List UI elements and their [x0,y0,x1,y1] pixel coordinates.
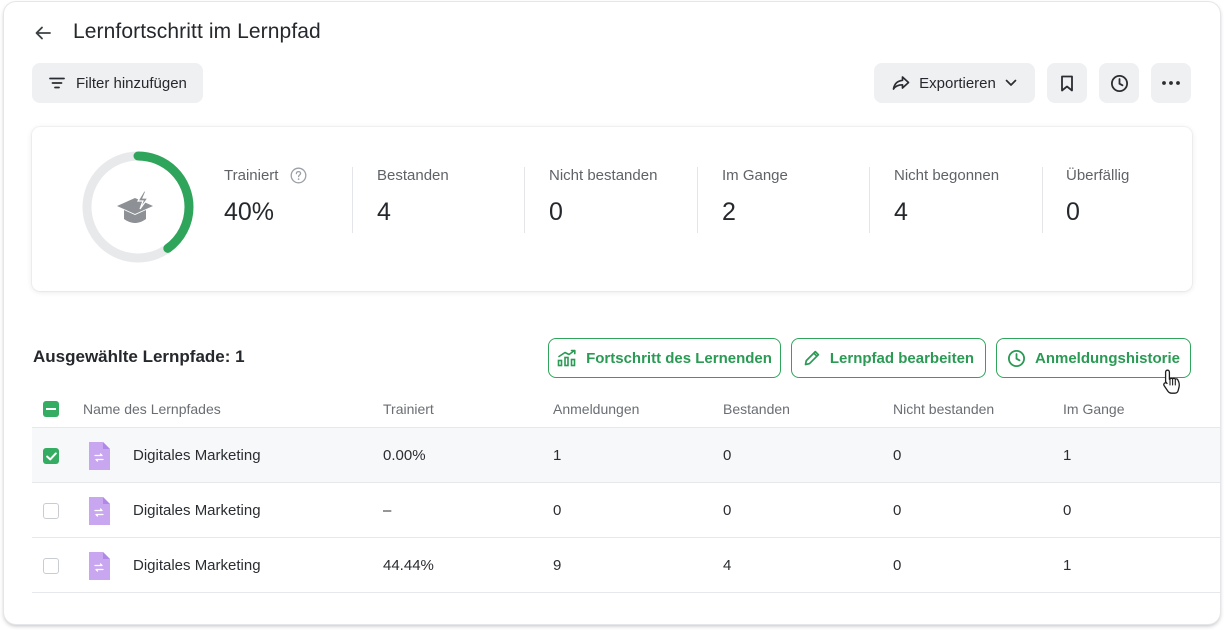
row-checkbox[interactable] [43,448,59,464]
progress-donut [82,151,194,263]
bookmark-icon [1061,75,1073,91]
filter-lines-icon [49,77,65,89]
stats-card: Trainiert 40% Bestanden 4 Nicht bestande… [32,127,1192,291]
select-all-checkbox[interactable] [43,401,59,417]
row-passed: 0 [723,502,732,519]
row-failed: 0 [893,557,902,574]
add-filter-button[interactable]: Filter hinzufügen [32,63,203,103]
stat-overdue: Überfällig 0 [1066,167,1129,227]
row-trained: – [383,502,392,519]
stat-value: 0 [549,198,563,226]
bookmark-button[interactable] [1047,63,1087,103]
row-passed: 0 [723,447,732,464]
table-row[interactable]: Digitales Marketing – 0 0 0 0 [32,483,1220,538]
table-row[interactable]: Digitales Marketing 44.44% 9 4 0 1 [32,538,1220,593]
stat-trained: Trainiert 40% [224,167,307,227]
stat-divider [1042,167,1043,233]
row-name[interactable]: Digitales Marketing [133,502,261,519]
edit-path-button[interactable]: Lernpfad bearbeiten [791,338,986,378]
stat-divider [352,167,353,233]
stat-label: Nicht bestanden [549,167,658,184]
export-label: Exportieren [919,74,996,92]
help-circle-icon[interactable] [290,167,307,184]
column-header-in-progress[interactable]: Im Gange [1063,401,1124,417]
enrollment-history-label: Anmeldungshistorie [1034,349,1180,367]
stat-divider [524,167,525,233]
column-header-failed[interactable]: Nicht bestanden [893,401,994,417]
arrow-left-icon [35,26,51,40]
stat-label: Nicht begonnen [894,167,1000,184]
stat-label: Trainiert [224,167,279,184]
learning-path-file-icon [89,442,110,470]
stat-divider [869,167,870,233]
clock-icon [1007,349,1025,367]
stat-passed: Bestanden 4 [377,167,449,227]
stat-label: Bestanden [377,167,449,184]
check-icon [45,451,57,460]
learning-paths-table: Name des Lernpfades Trainiert Anmeldunge… [32,388,1220,593]
learner-progress-button[interactable]: Fortschritt des Lernenden [548,338,781,378]
row-in-progress: 0 [1063,502,1072,519]
row-trained: 0.00% [383,447,426,464]
row-passed: 4 [723,557,732,574]
row-enrollments: 9 [553,557,562,574]
stat-value: 2 [722,198,736,226]
selected-paths-title: Ausgewählte Lernpfade: 1 [33,347,245,366]
chevron-down-icon [1005,79,1017,86]
edit-path-label: Lernpfad bearbeiten [829,349,975,367]
row-name[interactable]: Digitales Marketing [133,447,261,464]
clock-icon [1110,74,1128,92]
stat-not-started: Nicht begonnen 4 [894,167,999,227]
back-button[interactable] [30,20,56,46]
history-button[interactable] [1099,63,1139,103]
row-in-progress: 1 [1063,557,1072,574]
hand-pointer-cursor-icon [1163,369,1180,394]
more-dots-icon [1162,81,1180,85]
row-trained: 44.44% [383,557,434,574]
row-name[interactable]: Digitales Marketing [133,557,261,574]
export-button[interactable]: Exportieren [874,63,1035,103]
app-window: Lernfortschritt im Lernpfad Filter hinzu… [4,2,1220,624]
row-enrollments: 1 [553,447,562,464]
more-options-button[interactable] [1151,63,1191,103]
stat-value: 4 [894,198,908,226]
stat-value: 40% [224,198,275,226]
learning-path-file-icon [89,497,110,525]
add-filter-label: Filter hinzufügen [76,74,187,92]
row-in-progress: 1 [1063,447,1072,464]
column-header-name[interactable]: Name des Lernpfades [83,401,221,417]
stat-label: Überfällig [1066,167,1130,184]
row-checkbox[interactable] [43,503,59,519]
stat-value: 4 [377,198,391,226]
row-failed: 0 [893,447,902,464]
column-header-passed[interactable]: Bestanden [723,401,790,417]
row-checkbox[interactable] [43,558,59,574]
learner-progress-label: Fortschritt des Lernenden [586,349,772,367]
share-arrow-icon [892,76,910,90]
row-failed: 0 [893,502,902,519]
table-row[interactable]: Digitales Marketing 0.00% 1 0 0 1 [32,428,1220,483]
column-header-trained[interactable]: Trainiert [383,401,434,417]
table-header: Name des Lernpfades Trainiert Anmeldunge… [32,388,1220,428]
page-title: Lernfortschritt im Lernpfad [73,20,321,43]
pencil-icon [804,350,820,366]
row-enrollments: 0 [553,502,562,519]
minus-icon [46,408,56,410]
graduation-cap-icon [117,190,153,223]
column-header-enrollments[interactable]: Anmeldungen [553,401,639,417]
stat-in-progress: Im Gange 2 [722,167,788,227]
stat-divider [697,167,698,233]
stat-failed: Nicht bestanden 0 [549,167,657,227]
learning-path-file-icon [89,552,110,580]
stat-label: Im Gange [722,167,788,184]
chart-trend-icon [557,349,576,367]
stat-value: 0 [1066,198,1080,226]
